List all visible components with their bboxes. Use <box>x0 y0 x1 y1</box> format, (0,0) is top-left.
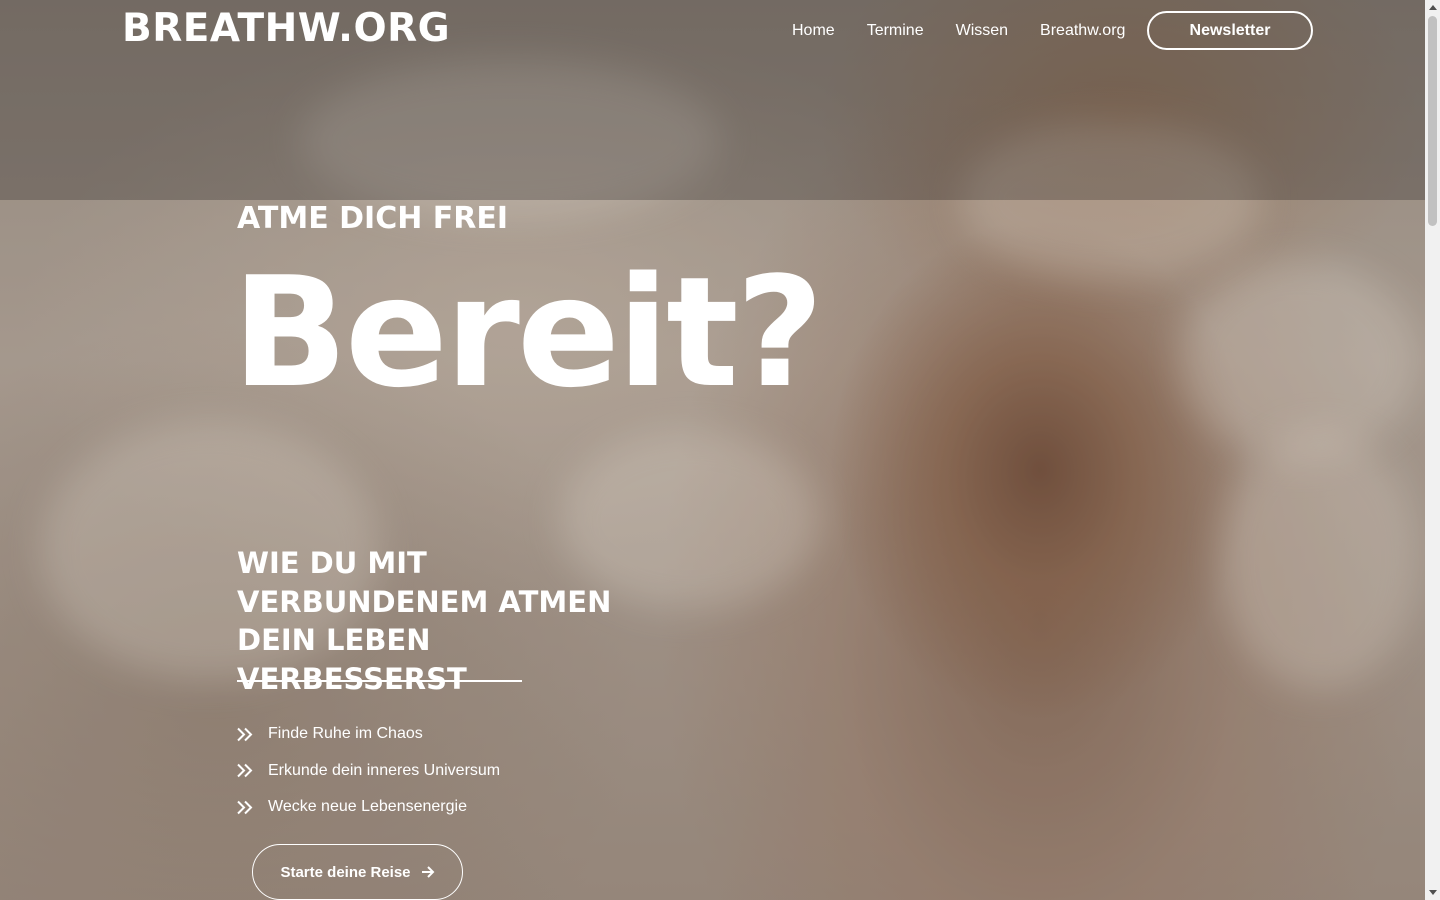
cta-label: Starte deine Reise <box>280 863 411 881</box>
start-journey-button[interactable]: Starte deine Reise <box>252 844 463 900</box>
double-chevron-right-icon <box>237 800 254 815</box>
hero-headline: Bereit? <box>232 244 824 421</box>
feature-label: Wecke neue Lebensenergie <box>268 798 467 816</box>
scrollbar-thumb[interactable] <box>1428 16 1437 226</box>
list-item: Wecke neue Lebensenergie <box>237 789 500 826</box>
newsletter-button[interactable]: Newsletter <box>1147 11 1313 50</box>
scroll-up-arrow-icon[interactable] <box>1425 0 1440 15</box>
main-nav: Home Termine Wissen Breathw.org <box>776 21 1141 41</box>
nav-item-wissen[interactable]: Wissen <box>940 21 1024 41</box>
hero-subhead: WIE DU MIT VERBUNDENEM ATMEN DEIN LEBEN … <box>237 546 612 696</box>
feature-list: Finde Ruhe im Chaos Erkunde dein inneres… <box>237 716 500 826</box>
nav-item-home[interactable]: Home <box>776 21 851 41</box>
arrow-right-icon <box>421 866 435 878</box>
list-item: Erkunde dein inneres Universum <box>237 753 500 790</box>
page-scrollbar[interactable] <box>1425 0 1440 900</box>
hero-divider <box>237 680 522 682</box>
feature-label: Erkunde dein inneres Universum <box>268 761 501 779</box>
feature-label: Finde Ruhe im Chaos <box>268 725 423 743</box>
nav-item-termine[interactable]: Termine <box>851 21 940 41</box>
double-chevron-right-icon <box>237 763 254 778</box>
hero-background: BREATHW.ORG Home Termine Wissen Breathw.… <box>0 0 1425 900</box>
site-header: BREATHW.ORG Home Termine Wissen Breathw.… <box>0 0 1425 62</box>
list-item: Finde Ruhe im Chaos <box>237 716 500 753</box>
double-chevron-right-icon <box>237 727 254 742</box>
nav-item-breathw[interactable]: Breathw.org <box>1024 21 1141 41</box>
hero-eyebrow: ATME DICH FREI <box>237 201 509 236</box>
site-logo[interactable]: BREATHW.ORG <box>122 6 450 51</box>
scroll-down-arrow-icon[interactable] <box>1425 885 1440 900</box>
